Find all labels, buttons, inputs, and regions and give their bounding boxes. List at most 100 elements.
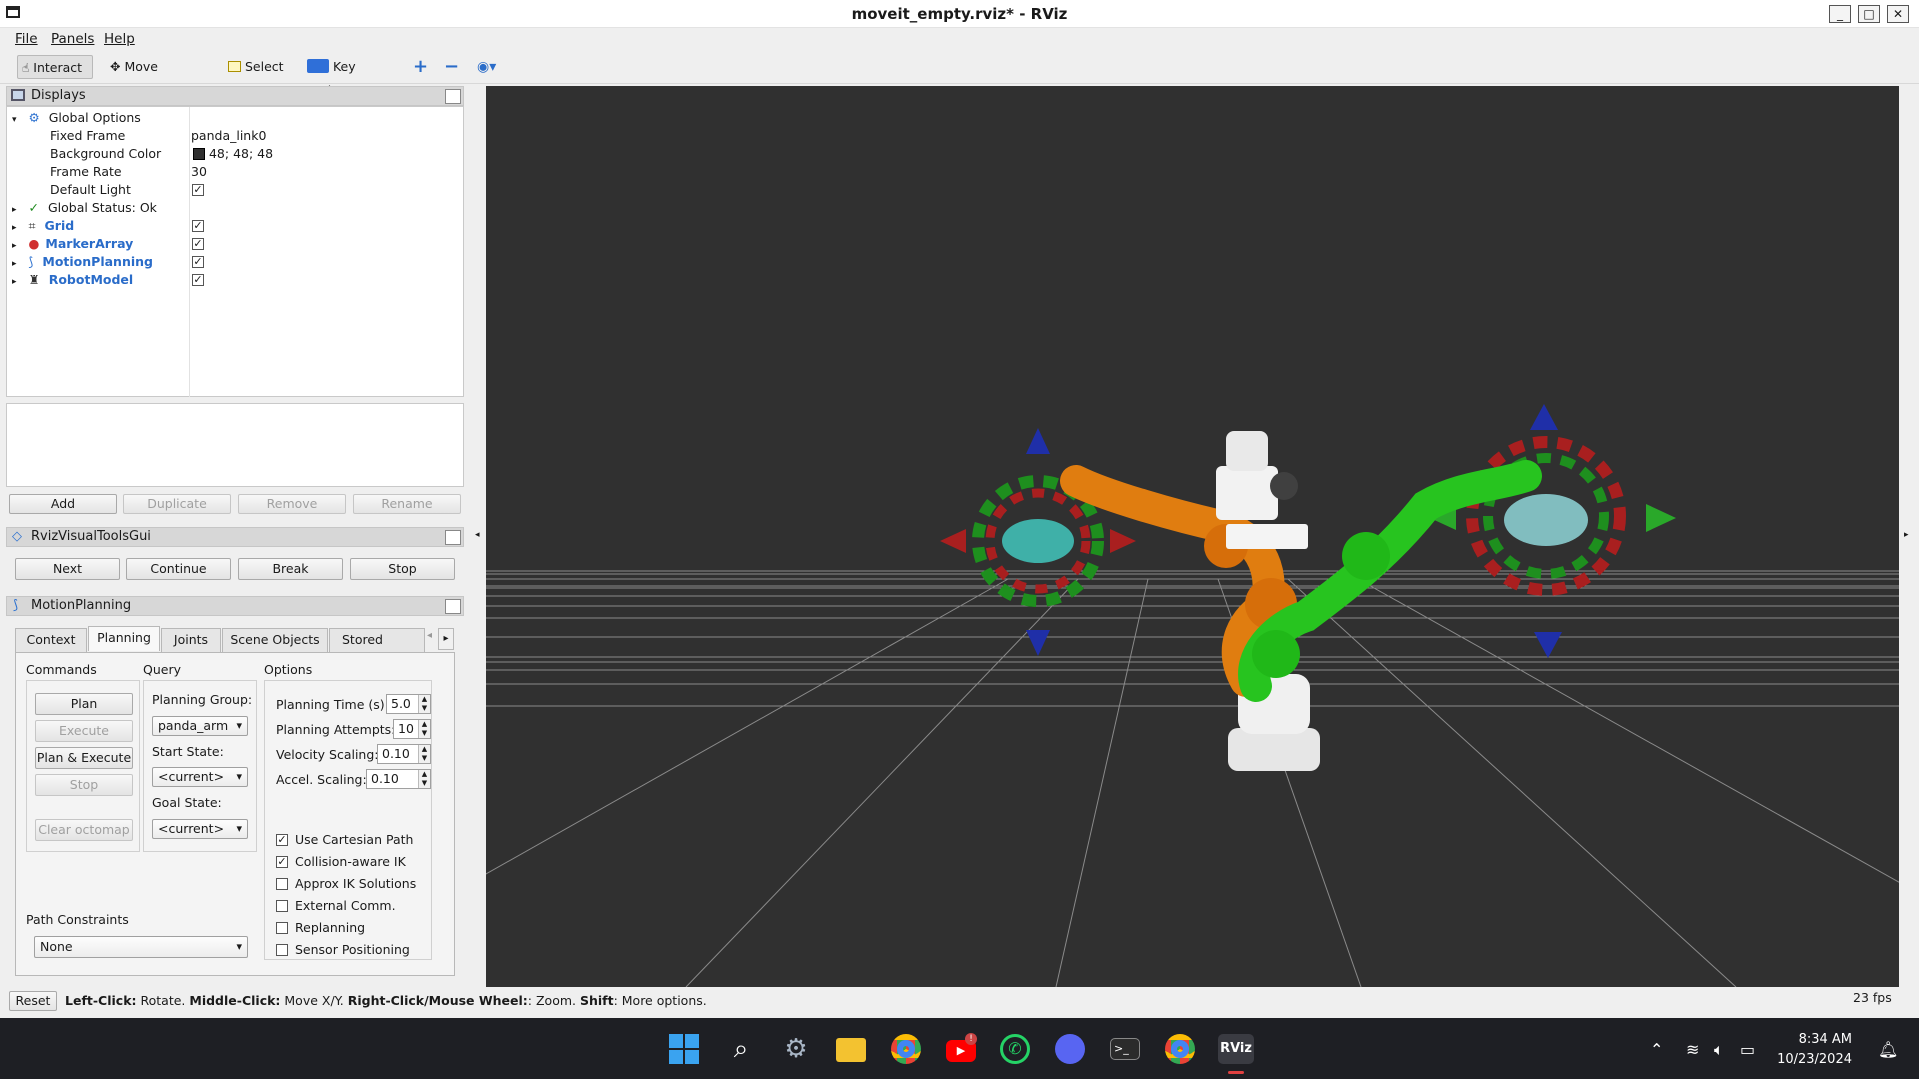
menu-panels[interactable]: Panels [51,28,94,50]
default-light-checkbox[interactable]: ✓ [192,184,204,196]
rename-display-button[interactable]: Rename [353,494,461,514]
discord-icon[interactable] [1055,1034,1085,1064]
fps-counter: 23 fps [1853,990,1892,1005]
splitter-collapse-left-icon[interactable]: ◂ [475,530,480,540]
spin-arrows-icon[interactable]: ▲ ▼ [418,770,430,788]
clock-date[interactable]: 10/23/2024 [1776,1052,1852,1067]
tab-stored-scenes[interactable]: Stored Scenes [329,628,425,652]
help-more: : More options. [613,993,707,1008]
rviz-app-icon[interactable]: RViz [1218,1034,1254,1064]
menu-help[interactable]: Help [104,28,135,50]
display-robotmodel-row[interactable]: ▸ ♜ RobotModel [12,271,133,289]
chrome-icon[interactable] [891,1034,921,1064]
color-swatch [193,148,205,160]
approx-ik-checkbox[interactable] [276,878,288,890]
tab-scroll-left-icon[interactable]: ◂ [427,630,432,641]
background-color-value[interactable]: 48; 48; 48 [193,145,273,163]
velocity-scaling-spinbox[interactable]: 0.10 ▲ ▼ [377,744,431,764]
use-cartesian-path-checkbox[interactable]: ✓ [276,834,288,846]
replanning-checkbox[interactable] [276,922,288,934]
motionplanning-checkbox[interactable]: ✓ [192,256,204,268]
duplicate-display-button[interactable]: Duplicate [123,494,231,514]
execute-button[interactable]: Execute [35,720,133,742]
wifi-icon[interactable]: ≋ [1686,1040,1699,1059]
planning-attempts-spinbox[interactable]: 10 ▲ ▼ [393,719,431,739]
move-camera-tool[interactable]: ✥ Move Camera [106,55,206,98]
visual-tools-undock-checkbox[interactable] [445,530,461,545]
add-tool-plus-icon[interactable]: + [409,55,428,79]
check-ok-icon: ✓ [28,200,39,215]
start-state-select[interactable]: <current> [152,767,248,787]
planning-time-spinbox[interactable]: 5.0 ▲ ▼ [386,694,431,714]
tray-overflow-chevron-icon[interactable]: ⌃ [1650,1040,1663,1059]
keyboard-icon [307,59,329,73]
break-button[interactable]: Break [238,558,343,580]
menu-file[interactable]: File [15,28,38,50]
select-tool[interactable]: Select [224,55,286,79]
collision-aware-ik-checkbox[interactable]: ✓ [276,856,288,868]
plan-button[interactable]: Plan [35,693,133,715]
settings-gear-icon[interactable]: ⚙ [781,1034,811,1064]
clock-time[interactable]: 8:34 AM [1776,1032,1852,1047]
fixed-frame-value[interactable]: panda_link0 [191,127,266,145]
external-comm-checkbox[interactable] [276,900,288,912]
global-options-row[interactable]: ▾ ⚙ Global Options [12,109,141,127]
remove-display-button[interactable]: Remove [238,494,346,514]
interact-tool[interactable]: ☝ Interact [17,55,93,79]
spin-arrows-icon[interactable]: ▲ ▼ [418,745,430,763]
global-status-row[interactable]: ▸ ✓ Global Status: Ok [12,199,157,217]
whatsapp-icon[interactable]: ✆ [1000,1034,1030,1064]
camera-eye-icon[interactable]: ◉▾ [473,55,496,79]
robotmodel-checkbox[interactable]: ✓ [192,274,204,286]
tab-planning[interactable]: Planning [88,626,160,651]
path-constraints-select[interactable]: None [34,936,248,958]
maximize-button[interactable]: □ [1858,5,1880,23]
clear-octomap-button[interactable]: Clear octomap [35,819,133,841]
help-middle-click: Middle-Click: [189,993,281,1008]
chrome-second-icon[interactable] [1165,1034,1195,1064]
spin-arrows-icon[interactable]: ▲ ▼ [418,720,430,738]
displays-undock-checkbox[interactable] [445,89,461,104]
tab-context[interactable]: Context [15,628,87,652]
stop-button[interactable]: Stop [350,558,455,580]
tab-scene-objects[interactable]: Scene Objects [222,628,328,652]
select-tool-label: Select [244,59,284,74]
battery-icon[interactable]: ▭ [1740,1040,1755,1059]
grid-checkbox[interactable]: ✓ [192,220,204,232]
goal-state-select[interactable]: <current> [152,819,248,839]
accel-scaling-spinbox[interactable]: 0.10 ▲ ▼ [366,769,431,789]
search-icon[interactable]: ⌕ [726,1034,756,1064]
planning-group-select[interactable]: panda_arm [152,716,248,736]
plan-and-execute-button[interactable]: Plan & Execute [35,747,133,769]
close-button[interactable]: ✕ [1887,5,1909,23]
splitter-collapse-right-icon[interactable]: ▸ [1904,530,1909,540]
display-markerarray-row[interactable]: ▸ ● MarkerArray [12,235,133,253]
display-grid-row[interactable]: ▸ ⌗ Grid [12,217,74,235]
terminal-icon[interactable]: >_ [1110,1038,1140,1060]
key-tool[interactable]: Key Tool [303,55,383,98]
add-display-button[interactable]: Add [9,494,117,514]
sensor-positioning-checkbox[interactable] [276,944,288,956]
remove-tool-minus-icon[interactable]: − [440,55,459,79]
tab-scroll-right-icon[interactable]: ▸ [438,628,454,650]
file-explorer-icon[interactable] [836,1038,866,1062]
3d-viewport[interactable] [486,86,1899,987]
volume-icon[interactable]: 🔈︎ [1714,1040,1724,1060]
windows-pane [669,1034,683,1048]
menu-bar [0,28,1919,50]
tab-joints[interactable]: Joints [161,628,221,652]
reset-button[interactable]: Reset [9,991,57,1011]
next-button[interactable]: Next [15,558,120,580]
markerarray-checkbox[interactable]: ✓ [192,238,204,250]
stop-planning-button[interactable]: Stop [35,774,133,796]
help-text: Left-Click: Rotate. Middle-Click: Move X… [65,993,707,1008]
display-motionplanning-row[interactable]: ▸ ⟆ MotionPlanning [12,253,153,271]
motion-planning-undock-checkbox[interactable] [445,599,461,614]
spin-arrows-icon[interactable]: ▲ ▼ [418,695,430,713]
continue-button[interactable]: Continue [126,558,231,580]
notification-bell-icon[interactable]: 🔔︎ [1878,1040,1898,1059]
start-windows-icon[interactable] [669,1034,699,1064]
frame-rate-value[interactable]: 30 [191,163,207,181]
scene-render [486,404,1899,987]
minimize-button[interactable]: _ [1829,5,1851,23]
